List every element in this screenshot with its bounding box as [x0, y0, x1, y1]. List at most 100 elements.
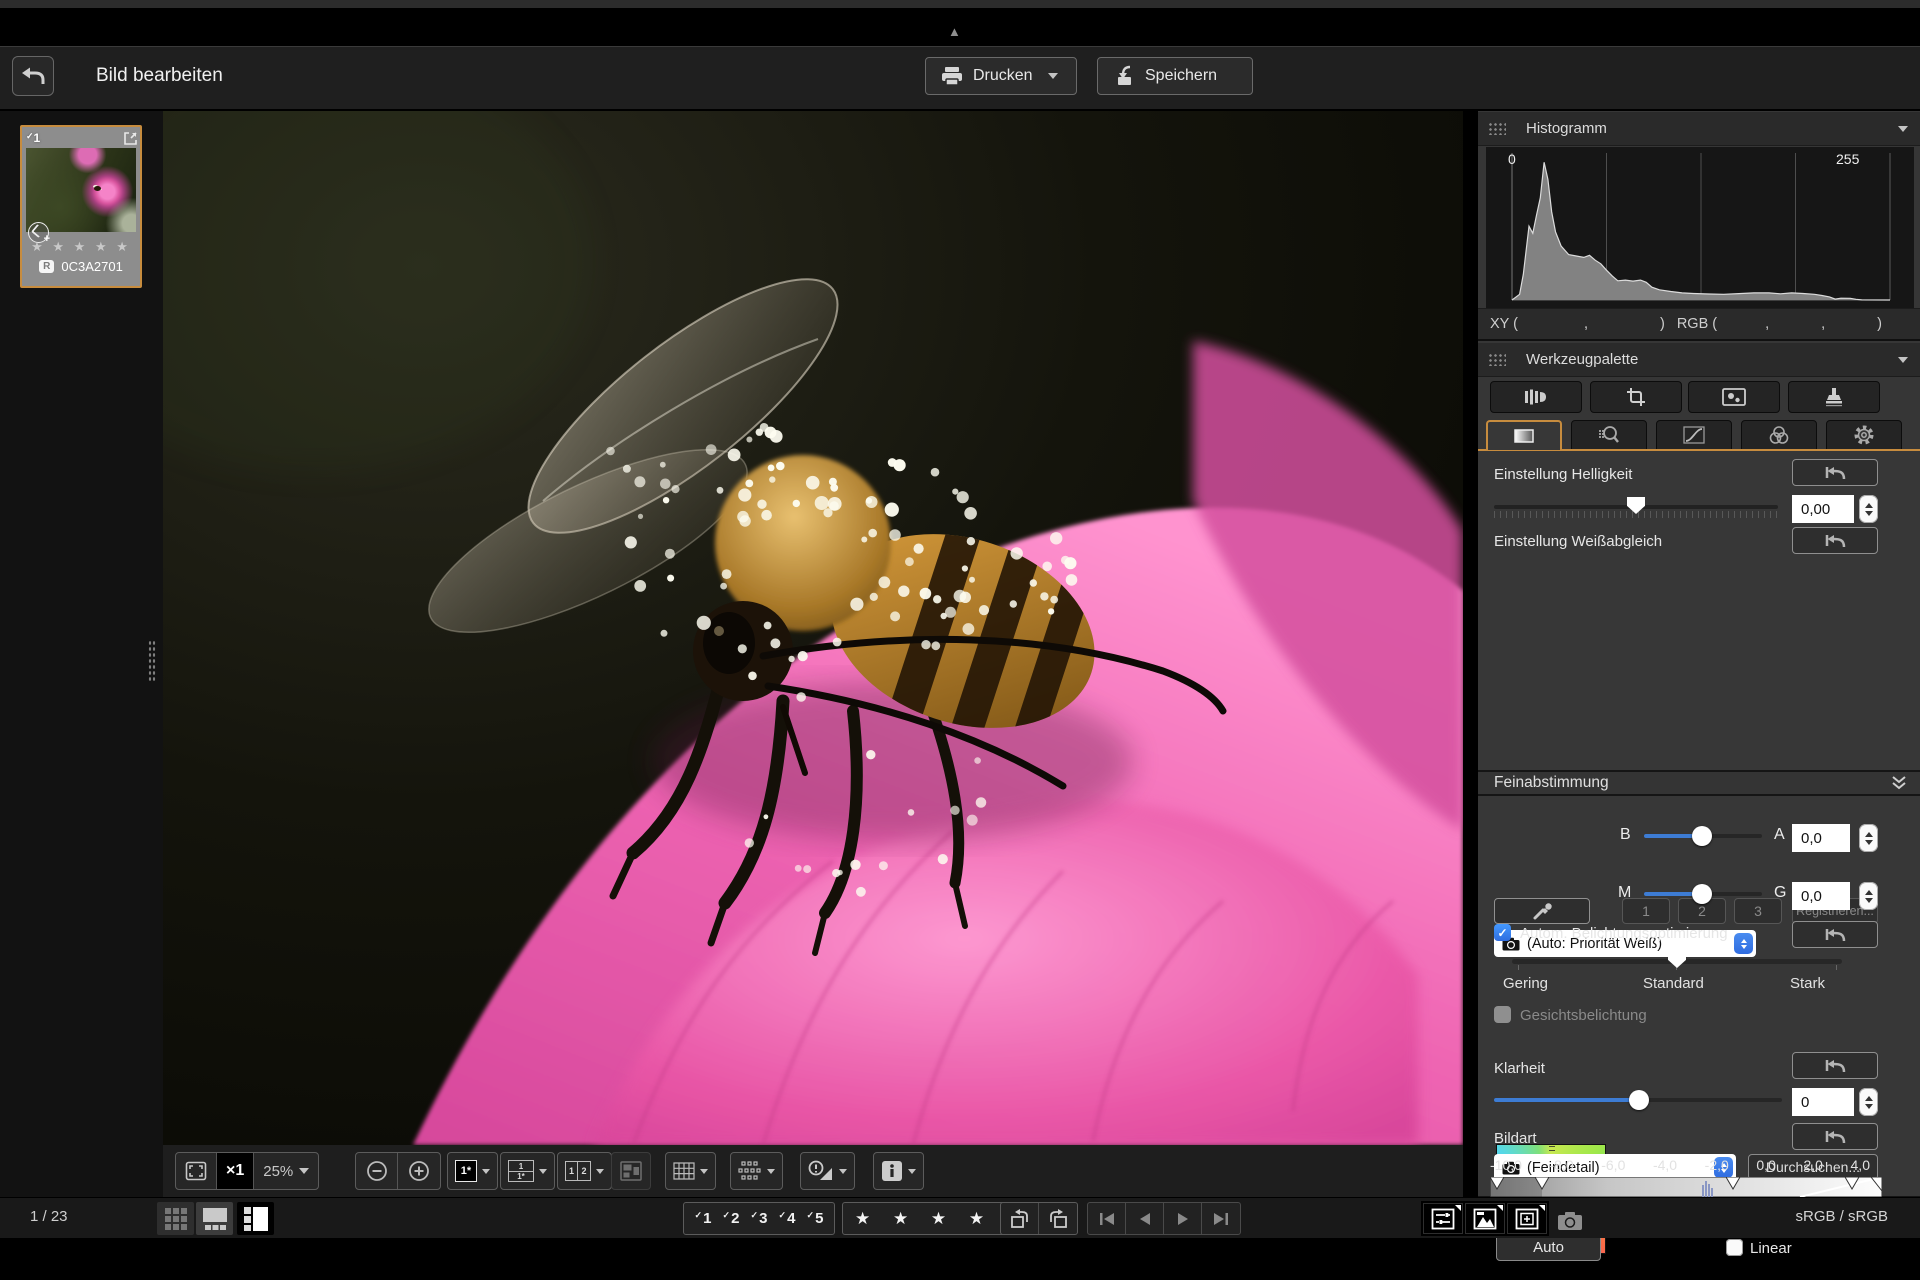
- af-points-button[interactable]: [730, 1152, 783, 1190]
- check-rating-3[interactable]: ✓3: [745, 1210, 773, 1227]
- tool-palette-header[interactable]: Werkzeugpalette: [1478, 343, 1920, 377]
- toggle-tool-palette-button[interactable]: [1423, 1203, 1463, 1234]
- aeo-slider-thumb[interactable]: [1668, 951, 1686, 968]
- aeo-reset-button[interactable]: [1792, 921, 1878, 948]
- toggle-navigator-button[interactable]: [1507, 1203, 1547, 1234]
- next-image-button[interactable]: [1164, 1203, 1202, 1234]
- rotate-left-button[interactable]: [1001, 1203, 1039, 1234]
- thumbnail-card[interactable]: ✓1 + ★ ★ ★ ★ ★ R 0C3A2701: [20, 125, 142, 288]
- fine-tune-collapse-icon[interactable]: [1890, 775, 1908, 791]
- fine-g-value-field[interactable]: 0,0: [1792, 882, 1850, 910]
- fine-a-stepper[interactable]: [1859, 824, 1878, 852]
- save-button[interactable]: Speichern: [1097, 57, 1253, 95]
- gamma-linear-label: Linear: [1750, 1240, 1792, 1257]
- drag-grip-icon[interactable]: [1488, 353, 1506, 366]
- print-dropdown-caret-icon: [1048, 73, 1058, 79]
- back-button[interactable]: [12, 56, 54, 96]
- layout-edit-view-button[interactable]: [237, 1202, 274, 1235]
- thumbnail-image[interactable]: [26, 148, 136, 232]
- save-button-label: Speichern: [1145, 67, 1217, 85]
- grid-overlay-button[interactable]: [665, 1152, 716, 1190]
- grid-view-icon: [164, 1207, 188, 1231]
- layout-preview-view-button[interactable]: [196, 1202, 233, 1235]
- layout-grid-view-button[interactable]: [157, 1202, 194, 1235]
- fine-g-stepper[interactable]: [1859, 882, 1878, 910]
- clarity-reset-button[interactable]: [1792, 1052, 1878, 1079]
- rotate-right-button[interactable]: [1039, 1203, 1077, 1234]
- panel-toggle-cluster: [1421, 1201, 1549, 1236]
- fine-a-value-field[interactable]: 0,0: [1792, 824, 1850, 852]
- reveal-panel-arrow-icon[interactable]: ▲: [948, 24, 961, 39]
- clarity-stepper[interactable]: [1859, 1088, 1878, 1116]
- tab-settings[interactable]: [1826, 420, 1902, 450]
- split-view-button[interactable]: 1 1*: [500, 1152, 555, 1190]
- gamma-level-bar[interactable]: [1490, 1177, 1882, 1197]
- tone-curve-icon: [1683, 426, 1705, 444]
- crop-tool-button[interactable]: [1590, 381, 1682, 413]
- clarity-slider-thumb[interactable]: [1629, 1090, 1649, 1110]
- photo-canvas[interactable]: [163, 111, 1463, 1145]
- check-rating-1[interactable]: ✓1: [689, 1210, 717, 1227]
- camera-grey-icon: [1557, 1211, 1583, 1231]
- previous-image-button[interactable]: [1126, 1203, 1164, 1234]
- picture-style-reset-button[interactable]: [1792, 1123, 1878, 1150]
- dust-delete-tool-button[interactable]: [1688, 381, 1780, 413]
- drag-grip-icon[interactable]: [1488, 122, 1506, 135]
- filmstrip-splitter-grip[interactable]: [148, 640, 156, 682]
- zoom-out-button[interactable]: [356, 1153, 398, 1189]
- brightness-value-field[interactable]: 0,00: [1792, 495, 1854, 523]
- navigator-toggle-icon: [1515, 1208, 1539, 1230]
- histogram-header[interactable]: Histogramm: [1478, 112, 1920, 146]
- back-arrow-icon: [20, 64, 46, 88]
- fine-tune-header[interactable]: Feinabstimmung: [1478, 770, 1920, 796]
- last-image-button[interactable]: [1202, 1203, 1240, 1234]
- rgb-open: RGB (: [1677, 316, 1717, 332]
- brightness-stepper[interactable]: [1859, 495, 1878, 523]
- compare-view-button[interactable]: 1 2: [557, 1152, 612, 1190]
- zoom-percent-dropdown[interactable]: 25%: [254, 1153, 318, 1189]
- fit-to-window-button[interactable]: [176, 1153, 217, 1189]
- multi-layout-view-button[interactable]: [611, 1152, 651, 1190]
- info-button[interactable]: [873, 1152, 924, 1190]
- print-button[interactable]: Drucken: [925, 57, 1077, 95]
- thumbnail-filename: 0C3A2701: [61, 259, 122, 274]
- fine-g-label: G: [1774, 884, 1786, 902]
- camera-connect-button[interactable]: [1551, 1204, 1588, 1237]
- tab-basic-adjustment[interactable]: [1486, 420, 1562, 450]
- tab-detail-adjustment[interactable]: [1571, 420, 1647, 450]
- zoom-100-button[interactable]: ×1: [217, 1153, 254, 1189]
- brightness-reset-button[interactable]: [1792, 459, 1878, 486]
- tab-tone-curve[interactable]: [1656, 420, 1732, 450]
- fine-b-slider-thumb[interactable]: [1692, 826, 1712, 846]
- toggle-thumbnail-panel-button[interactable]: [1465, 1203, 1505, 1234]
- check-rating-4[interactable]: ✓4: [773, 1210, 801, 1227]
- check-rating-2[interactable]: ✓2: [717, 1210, 745, 1227]
- dust-delete-icon: [1722, 388, 1746, 406]
- magnifier-grid-icon: [1598, 424, 1620, 446]
- clarity-value-field[interactable]: 0: [1792, 1088, 1854, 1116]
- zoom-in-button[interactable]: [398, 1153, 440, 1189]
- aeo-checkbox[interactable]: ✓: [1494, 924, 1511, 941]
- lens-tool-button[interactable]: [1490, 381, 1582, 413]
- thumbnail-top-bar: ✓1: [26, 129, 138, 147]
- wb-eyedropper-button[interactable]: [1494, 898, 1590, 924]
- single-view-icon: 1*: [455, 1160, 477, 1182]
- highlight-warning-button[interactable]: [800, 1152, 855, 1190]
- screen-top-strip: [0, 0, 1920, 8]
- fine-m-slider-thumb[interactable]: [1692, 884, 1712, 904]
- face-exposure-checkbox[interactable]: [1494, 1006, 1511, 1023]
- histogram-collapse-caret-icon[interactable]: [1898, 126, 1908, 132]
- open-in-window-icon[interactable]: [123, 131, 138, 146]
- single-image-view-button[interactable]: 1*: [447, 1152, 498, 1190]
- gamma-scale-label: -10,0: [1490, 1157, 1522, 1173]
- gamma-linear-checkbox[interactable]: [1726, 1239, 1743, 1256]
- tool-palette-collapse-caret-icon[interactable]: [1898, 357, 1908, 363]
- corner-mark-icon: [1497, 1205, 1503, 1211]
- first-image-button[interactable]: [1088, 1203, 1126, 1234]
- stamp-tool-button[interactable]: [1788, 381, 1880, 413]
- thumbnail-star-rating[interactable]: ★ ★ ★ ★ ★: [22, 239, 140, 255]
- tab-color-adjustment[interactable]: [1741, 420, 1817, 450]
- bottom-status-bar: 1 / 23 ✓1✓2✓3✓4✓5 ★ ★ ★ ★ ★: [0, 1197, 1920, 1238]
- white-balance-reset-button[interactable]: [1792, 527, 1878, 554]
- check-rating-5[interactable]: ✓5: [801, 1210, 829, 1227]
